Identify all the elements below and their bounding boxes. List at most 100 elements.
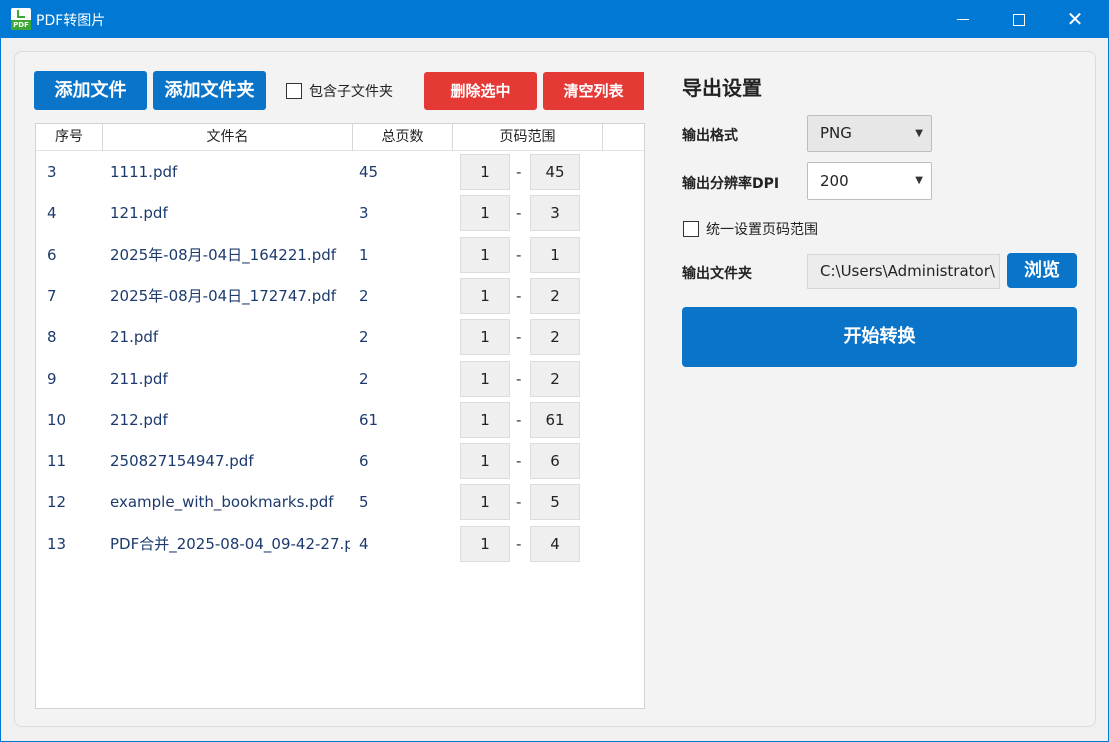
range-separator: - (516, 286, 522, 305)
output-folder-label: 输出文件夹 (682, 266, 752, 282)
range-to-input[interactable]: 6 (530, 443, 580, 480)
window-title: PDF转图片 (36, 13, 106, 29)
range-from-input[interactable]: 1 (460, 484, 510, 521)
unified-range-label: 统一设置页码范围 (706, 222, 818, 238)
table-row[interactable]: 12 example_with_bookmarks.pdf 5 1-5 (36, 482, 644, 523)
file-table[interactable]: 序号 文件名 总页数 页码范围 3 1111.pdf 45 1-45 4 121.pdf 3… (35, 123, 645, 709)
minimize-icon (957, 19, 969, 20)
header-filename[interactable]: 文件名 (103, 124, 353, 151)
table-row[interactable]: 4 121.pdf 3 1-3 (36, 193, 644, 234)
row-filename: example_with_bookmarks.pdf (110, 493, 334, 512)
output-folder-field[interactable]: C:\Users\Administrator\ (807, 254, 1000, 289)
row-filename: 2025年-08月-04日_164221.pdf (110, 245, 337, 264)
row-total-pages: 2 (359, 328, 369, 347)
range-separator: - (516, 534, 522, 553)
range-to-input[interactable]: 1 (530, 236, 580, 273)
range-to-input[interactable]: 4 (530, 525, 580, 562)
range-to-input[interactable]: 3 (530, 195, 580, 232)
row-index: 3 (47, 163, 57, 181)
range-separator: - (516, 163, 522, 181)
range-from-input[interactable]: 1 (460, 319, 510, 356)
app-window: PDF PDF转图片 ✕ 添加文件 添加文件夹 包含子文件夹 删除选中 清空列表… (1, 0, 1108, 741)
row-index: 12 (47, 493, 67, 512)
row-filename: 250827154947.pdf (110, 452, 254, 471)
maximize-icon (1013, 13, 1025, 26)
unified-range-checkbox[interactable] (683, 221, 699, 237)
close-icon: ✕ (1066, 7, 1084, 31)
dpi-select[interactable]: 200 ▼ (807, 162, 932, 200)
range-to-input[interactable]: 45 (530, 154, 580, 190)
range-to-input[interactable]: 2 (530, 277, 580, 314)
row-index: 4 (47, 204, 57, 223)
row-total-pages: 5 (359, 493, 369, 512)
format-select[interactable]: PNG ▼ (807, 115, 932, 152)
row-index: 8 (47, 328, 57, 347)
range-to-input[interactable]: 61 (530, 401, 580, 438)
include-subfolders-option[interactable]: 包含子文件夹 (286, 81, 393, 101)
dpi-value: 200 (820, 172, 849, 190)
range-from-input[interactable]: 1 (460, 277, 510, 314)
row-total-pages: 2 (359, 369, 369, 388)
title-bar: PDF PDF转图片 ✕ (1, 0, 1108, 38)
header-total-pages[interactable]: 总页数 (353, 124, 453, 151)
row-total-pages: 3 (359, 204, 369, 223)
table-row[interactable]: 7 2025年-08月-04日_172747.pdf 2 1-2 (36, 276, 644, 317)
table-row[interactable]: 8 21.pdf 2 1-2 (36, 317, 644, 358)
range-from-input[interactable]: 1 (460, 525, 510, 562)
row-total-pages: 45 (359, 163, 379, 181)
table-row[interactable]: 10 212.pdf 61 1-61 (36, 400, 644, 441)
row-filename: 2025年-08月-04日_172747.pdf (110, 286, 337, 305)
range-separator: - (516, 204, 522, 223)
row-filename: 211.pdf (110, 369, 168, 388)
range-from-input[interactable]: 1 (460, 195, 510, 232)
range-from-input[interactable]: 1 (460, 360, 510, 397)
row-filename: PDF合并_2025-08-04_09-42-27.p (110, 534, 350, 553)
include-subfolders-checkbox[interactable] (286, 83, 302, 99)
row-filename: 21.pdf (110, 328, 159, 347)
range-separator: - (516, 493, 522, 512)
range-from-input[interactable]: 1 (460, 401, 510, 438)
dpi-label: 输出分辨率DPI (682, 176, 780, 192)
unified-range-option[interactable]: 统一设置页码范围 (683, 219, 818, 239)
row-index: 11 (47, 452, 67, 471)
close-button[interactable]: ✕ (1047, 0, 1103, 38)
maximize-button[interactable] (991, 0, 1047, 38)
table-row[interactable]: 9 211.pdf 2 1-2 (36, 359, 644, 400)
range-separator: - (516, 410, 522, 429)
range-separator: - (516, 245, 522, 264)
chevron-down-icon: ▼ (915, 175, 923, 186)
range-from-input[interactable]: 1 (460, 154, 510, 190)
format-label: 输出格式 (682, 128, 738, 144)
range-to-input[interactable]: 2 (530, 319, 580, 356)
row-total-pages: 2 (359, 286, 369, 305)
add-folder-button[interactable]: 添加文件夹 (153, 71, 266, 110)
row-filename: 212.pdf (110, 410, 168, 429)
settings-title: 导出设置 (682, 76, 762, 100)
header-index[interactable]: 序号 (36, 124, 103, 151)
table-row[interactable]: 3 1111.pdf 45 1-45 (36, 152, 644, 193)
clear-list-button[interactable]: 清空列表 (543, 72, 644, 110)
range-to-input[interactable]: 2 (530, 360, 580, 397)
range-to-input[interactable]: 5 (530, 484, 580, 521)
table-row[interactable]: 13 PDF合并_2025-08-04_09-42-27.p 4 1-4 (36, 524, 644, 565)
row-total-pages: 1 (359, 245, 369, 264)
table-header: 序号 文件名 总页数 页码范围 (36, 124, 644, 151)
row-index: 10 (47, 410, 67, 429)
add-files-button[interactable]: 添加文件 (34, 71, 147, 110)
browse-button[interactable]: 浏览 (1007, 253, 1077, 288)
range-from-input[interactable]: 1 (460, 443, 510, 480)
range-separator: - (516, 328, 522, 347)
row-index: 13 (47, 534, 67, 553)
header-page-range[interactable]: 页码范围 (453, 124, 603, 151)
table-row[interactable]: 6 2025年-08月-04日_164221.pdf 1 1-1 (36, 235, 644, 276)
chevron-down-icon: ▼ (915, 128, 923, 139)
range-from-input[interactable]: 1 (460, 236, 510, 273)
start-convert-button[interactable]: 开始转换 (682, 307, 1077, 367)
range-separator: - (516, 369, 522, 388)
include-subfolders-label: 包含子文件夹 (309, 84, 393, 100)
minimize-button[interactable] (935, 0, 991, 38)
pdf-app-icon: PDF (11, 8, 31, 30)
row-total-pages: 6 (359, 452, 369, 471)
delete-selected-button[interactable]: 删除选中 (424, 72, 537, 110)
table-row[interactable]: 11 250827154947.pdf 6 1-6 (36, 441, 644, 482)
